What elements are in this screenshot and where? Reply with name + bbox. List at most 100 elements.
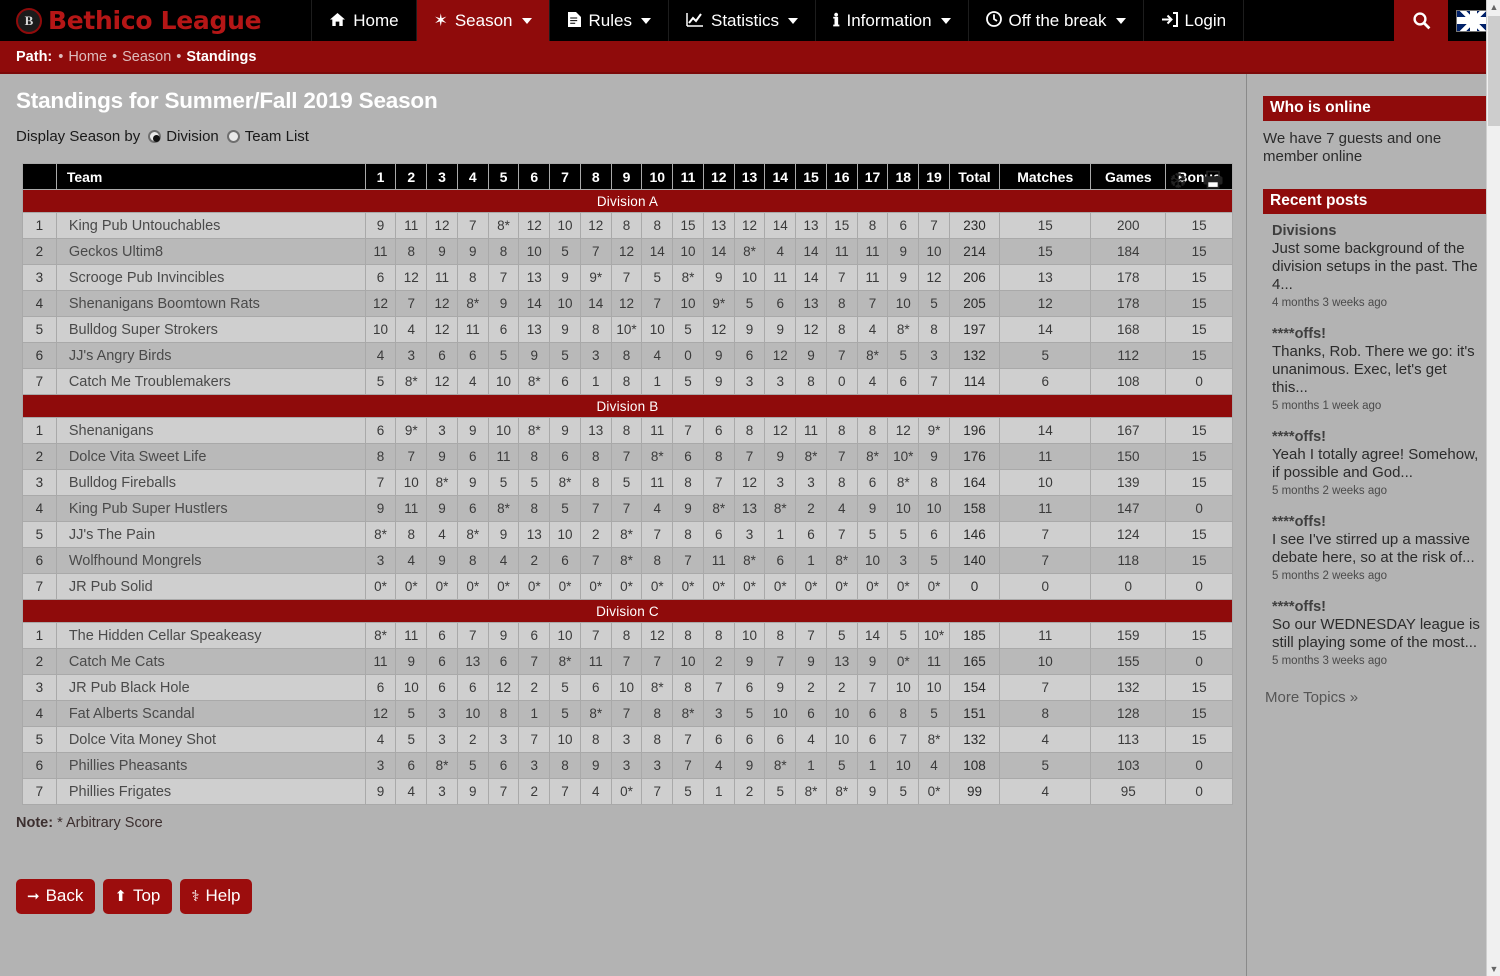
table-row[interactable]: 3 Scrooge Pub Invincibles 6 12 11 8 7 13 9 9* 7 5 8*… — [23, 265, 1232, 290]
nav-item-home[interactable]: Home — [311, 0, 417, 41]
row-score-week-11: 7 — [673, 753, 703, 778]
radio-team-list[interactable] — [226, 130, 240, 143]
row-score-week-12: 14 — [703, 239, 734, 264]
table-row[interactable]: 3 Bulldog Fireballs 7 10 8* 9 5 5 8* 8 5 11 8 7 12 3 3 8 6… — [23, 470, 1232, 495]
row-score-week-5: 5 — [488, 470, 519, 495]
row-score-week-6: 8 — [519, 496, 550, 521]
breadcrumb-item-home[interactable]: Home — [68, 49, 107, 65]
recent-post-item[interactable]: Divisions Just some background of the div… — [1272, 223, 1486, 309]
table-row[interactable]: 5 JJ's The Pain 8* 8 4 8* 9 13 10 2 8* 7 8 6 3 1 6 7 5 5 6 14… — [23, 522, 1232, 547]
nav-item-information[interactable]: ℹ Information — [816, 0, 969, 41]
row-score-week-13: 9 — [734, 649, 765, 674]
page-body: Standings for Summer/Fall 2019 Season ❆ … — [0, 74, 1500, 976]
table-row[interactable]: 4 Fat Alberts Scandal 12 5 3 10 8 1 5 8* 7 8 8* 3 5 10 6… — [23, 701, 1232, 726]
scroll-down-arrow[interactable]: ▼ — [1489, 964, 1499, 974]
row-matches: 5 — [1000, 343, 1091, 368]
table-row[interactable]: 4 Shenanigans Boomtown Rats 12 7 12 8* 9 14 10 14… — [23, 291, 1232, 316]
back-button[interactable]: ➞ Back — [16, 879, 96, 914]
recent-post-title[interactable]: Divisions — [1272, 223, 1486, 239]
row-score-week-6: 3 — [519, 753, 550, 778]
table-row[interactable]: 4 King Pub Super Hustlers 9 11 9 6 8* 8 5 7 7 4 9 8* 1… — [23, 496, 1232, 521]
recent-post-title[interactable]: ****offs! — [1272, 429, 1486, 445]
recent-post-item[interactable]: ****offs! I see I've stirred up a massive… — [1272, 514, 1486, 582]
row-rank: 6 — [23, 343, 56, 368]
row-score-week-16: 0 — [826, 369, 857, 394]
row-score-week-19: 5 — [919, 701, 949, 726]
row-score-week-2: 9 — [396, 649, 427, 674]
col-week-6: 6 — [519, 164, 550, 189]
uk-flag-icon[interactable] — [1456, 9, 1490, 32]
table-row[interactable]: 2 Dolce Vita Sweet Life 8 7 9 6 11 8 6 8 7 8* 6 8 7 9 8*… — [23, 444, 1232, 469]
table-row[interactable]: 2 Catch Me Cats 11 9 6 13 6 7 8* 11 7 7 10 2 9 7 9 13 9 0* 1… — [23, 649, 1232, 674]
row-score-week-12: 6 — [703, 522, 734, 547]
scrollbar-thumb[interactable] — [1488, 16, 1500, 126]
more-topics-link[interactable]: More Topics » — [1265, 689, 1486, 706]
row-score-week-13: 3 — [734, 369, 765, 394]
row-matches: 14 — [1000, 418, 1091, 443]
recent-post-item[interactable]: ****offs! So our WEDNESDAY league is stil… — [1272, 599, 1486, 667]
recent-post-item[interactable]: ****offs! Thanks, Rob. There we go: it's … — [1272, 326, 1486, 412]
row-games: 178 — [1091, 265, 1166, 290]
help-button[interactable]: ⚕ Help — [180, 879, 253, 914]
search-icon[interactable] — [1394, 0, 1448, 41]
table-row[interactable]: 6 Phillies Pheasants 3 6 8* 5 6 3 8 9 3 3 7 4 9 8* 1 5 1 10… — [23, 753, 1232, 778]
top-button[interactable]: ⬆ Top — [103, 879, 173, 914]
row-score-week-1: 3 — [365, 753, 396, 778]
nav-item-rules[interactable]: Rules — [550, 0, 669, 41]
table-row[interactable]: 5 Bulldog Super Strokers 10 4 12 11 6 13 9 8 10* 10… — [23, 317, 1232, 342]
table-row[interactable]: 2 Geckos Ultim8 11 8 9 9 8 10 5 7 12 14 10 14 8* 4 14 11 1… — [23, 239, 1232, 264]
print-icon[interactable] — [1202, 170, 1224, 193]
nav-item-season[interactable]: ✶ Season — [416, 0, 550, 41]
radio-division[interactable] — [148, 130, 162, 143]
recent-post-title[interactable]: ****offs! — [1272, 599, 1486, 615]
nav-item-login[interactable]: Login — [1144, 0, 1245, 41]
row-rank: 1 — [23, 213, 56, 238]
row-score-week-9: 12 — [611, 291, 642, 316]
page-scrollbar[interactable]: ▲ ▼ — [1486, 0, 1500, 976]
row-score-week-14: 3 — [765, 470, 796, 495]
col-week-3: 3 — [427, 164, 457, 189]
table-row[interactable]: 7 JR Pub Solid 0* 0* 0* 0* 0* 0* 0* 0* 0* 0* 0* 0* 0* 0… — [23, 574, 1232, 599]
row-games: 200 — [1091, 213, 1166, 238]
table-row[interactable]: 7 Catch Me Troublemakers 5 8* 12 4 10 8* 6 1 8 1 5 9 3… — [23, 369, 1232, 394]
snowflake-icon[interactable]: ❆ — [1169, 171, 1187, 192]
row-team-name: Dolce Vita Money Shot — [56, 727, 365, 752]
row-score-week-8: 0* — [580, 574, 611, 599]
table-row[interactable]: 1 Shenanigans 6 9* 3 9 10 8* 9 13 8 11 7 6 8 12 11 8 8 12 9*… — [23, 418, 1232, 443]
table-row[interactable]: 1 King Pub Untouchables 9 11 12 7 8* 12 10 12 8 8 15… — [23, 213, 1232, 238]
table-row[interactable]: 1 The Hidden Cellar Speakeasy 8* 11 6 7 9 6 10 7 8… — [23, 623, 1232, 648]
table-row[interactable]: 6 Wolfhound Mongrels 3 4 9 8 4 2 6 7 8* 8 7 11 8* 6 1 8* 1… — [23, 548, 1232, 573]
row-score-week-12: 9 — [703, 265, 734, 290]
recent-post-title[interactable]: ****offs! — [1272, 514, 1486, 530]
nav-item-statistics[interactable]: Statistics — [669, 0, 817, 41]
row-score-week-10: 7 — [642, 522, 673, 547]
breadcrumb-item-season[interactable]: Season — [122, 49, 171, 65]
row-bonus: 15 — [1166, 727, 1232, 752]
row-score-week-4: 5 — [457, 753, 488, 778]
radio-team-list-label[interactable]: Team List — [245, 128, 309, 145]
recent-post-item[interactable]: ****offs! Yeah I totally agree! Somehow, … — [1272, 429, 1486, 497]
row-score-week-19: 10 — [919, 675, 949, 700]
row-score-week-10: 8* — [642, 675, 673, 700]
row-score-week-19: 10 — [919, 239, 949, 264]
radio-division-label[interactable]: Division — [166, 128, 219, 145]
row-score-week-3: 6 — [427, 649, 457, 674]
brand-logo-area[interactable]: B Bethico League — [0, 0, 275, 41]
scroll-up-arrow[interactable]: ▲ — [1489, 2, 1499, 12]
recent-post-title[interactable]: ****offs! — [1272, 326, 1486, 342]
table-row[interactable]: 3 JR Pub Black Hole 6 10 6 6 12 2 5 6 10 8* 8 7 6 9 2 2 7 1… — [23, 675, 1232, 700]
row-score-week-7: 5 — [550, 701, 580, 726]
row-bonus: 15 — [1166, 239, 1232, 264]
row-score-week-7: 5 — [550, 675, 580, 700]
row-score-week-18: 7 — [888, 727, 919, 752]
row-score-week-8: 7 — [580, 496, 611, 521]
table-row[interactable]: 6 JJ's Angry Birds 4 3 6 6 5 9 5 3 8 4 0 9 6 12 9 7 8* 5 3 13… — [23, 343, 1232, 368]
help-button-label: Help — [205, 886, 241, 905]
row-score-week-19: 11 — [919, 649, 949, 674]
row-team-name: Geckos Ultim8 — [56, 239, 365, 264]
row-score-week-17: 11 — [857, 239, 888, 264]
table-row[interactable]: 7 Phillies Frigates 9 4 3 9 7 2 7 4 0* 7 5 1 2 5 8* 8* 9 5 0… — [23, 779, 1232, 804]
nav-item-off-the-break[interactable]: Off the break — [969, 0, 1144, 41]
recent-post-date: 5 months 1 week ago — [1272, 400, 1382, 413]
table-row[interactable]: 5 Dolce Vita Money Shot 4 5 3 2 3 7 10 8 3 8 7 6 6 6 4 10… — [23, 727, 1232, 752]
